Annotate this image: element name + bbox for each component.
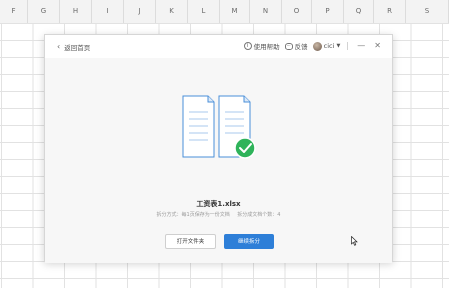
- column-header[interactable]: K: [156, 0, 188, 23]
- column-header[interactable]: H: [60, 0, 92, 23]
- open-folder-button[interactable]: 打开文件夹: [165, 234, 216, 249]
- chat-bubble-icon: ···: [284, 42, 293, 50]
- column-header[interactable]: P: [312, 0, 344, 23]
- titlebar-actions: i 使用帮助 ··· 反馈 cici ▼ — ✕: [243, 41, 383, 51]
- column-header-row: F G H I J K L M N O P Q R S: [0, 0, 449, 24]
- user-name: cici: [323, 42, 335, 50]
- column-header[interactable]: F: [0, 0, 28, 23]
- column-header[interactable]: S: [406, 0, 449, 23]
- file-name: 工资表1.xlsx: [196, 200, 241, 208]
- split-info: 拆分方式：每1页保存为一份文档 拆分成文档个数：4: [45, 211, 392, 218]
- user-menu[interactable]: cici ▼: [312, 41, 341, 51]
- split-count: 拆分成文档个数：4: [237, 212, 281, 218]
- close-button[interactable]: ✕: [372, 42, 383, 50]
- column-header[interactable]: O: [282, 0, 312, 23]
- continue-split-button[interactable]: 继续拆分: [224, 234, 274, 249]
- dialog-titlebar: ‹ 返回首页 i 使用帮助 ··· 反馈 cici ▼ — ✕: [45, 35, 392, 58]
- split-method: 拆分方式：每1页保存为一份文档: [156, 212, 230, 218]
- mouse-cursor-icon: [351, 236, 358, 246]
- help-label: 使用帮助: [253, 43, 280, 51]
- split-documents-illustration: [182, 95, 256, 159]
- column-header[interactable]: L: [188, 0, 220, 23]
- avatar: [312, 41, 322, 51]
- column-header[interactable]: G: [28, 0, 60, 23]
- chevron-left-icon: ‹: [57, 42, 61, 51]
- column-header[interactable]: Q: [344, 0, 374, 23]
- feedback-label: 反馈: [294, 43, 308, 51]
- column-header[interactable]: M: [220, 0, 250, 23]
- split-result-dialog: ‹ 返回首页 i 使用帮助 ··· 反馈 cici ▼ — ✕ 工资表1.xls…: [44, 34, 393, 263]
- info-icon: i: [243, 42, 252, 50]
- caret-down-icon: ▼: [336, 43, 341, 49]
- feedback-button[interactable]: ··· 反馈: [284, 41, 308, 51]
- minimize-button[interactable]: —: [355, 42, 367, 50]
- help-button[interactable]: i 使用帮助: [243, 41, 280, 51]
- back-to-home-button[interactable]: ‹ 返回首页: [57, 42, 91, 53]
- column-header[interactable]: I: [92, 0, 124, 23]
- column-header[interactable]: R: [374, 0, 406, 23]
- success-check-icon: [234, 137, 256, 159]
- column-header[interactable]: J: [124, 0, 156, 23]
- divider: [347, 42, 349, 50]
- back-label: 返回首页: [64, 44, 91, 52]
- column-header[interactable]: N: [250, 0, 282, 23]
- dialog-content: 工资表1.xlsx 拆分方式：每1页保存为一份文档 拆分成文档个数：4 打开文件…: [45, 58, 392, 263]
